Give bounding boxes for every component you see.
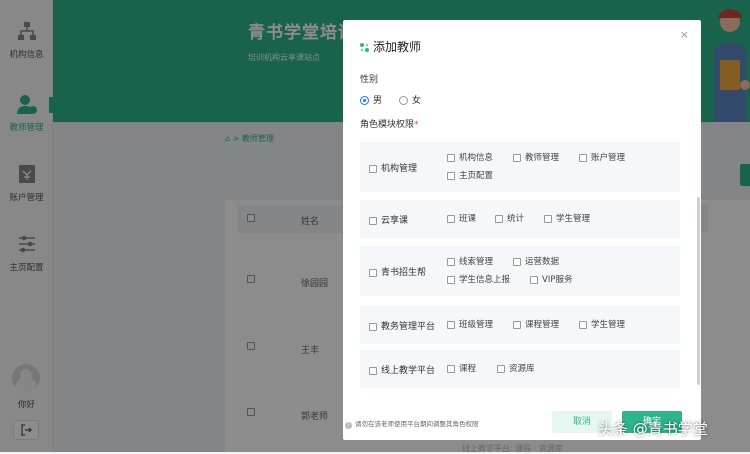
permission-label: 学生管理 (591, 320, 626, 330)
add-teacher-dialog: 添加教师 × 性别 男 女 角色模块权限* 机构管理 机构信息 教师管理 账户管… (343, 20, 701, 440)
permission-checkbox[interactable]: 学生信息上报 (447, 273, 510, 285)
permission-checkbox[interactable]: 运营数据 (513, 255, 559, 267)
role-group-cloud-course: 云享课 班课 统计 学生管理 (360, 200, 680, 238)
radio-checked-icon (360, 96, 369, 105)
gender-female-label: 女 (411, 96, 421, 106)
permission-checkbox[interactable]: 班级管理 (447, 318, 493, 330)
roles-label-text: 角色模块权限 (360, 120, 415, 130)
role-name: 云享课 (381, 216, 409, 226)
permission-label: 主页配置 (459, 171, 494, 181)
role-name: 机构管理 (381, 164, 418, 174)
permission-checkbox[interactable]: 机构信息 (447, 151, 493, 163)
gender-male-radio[interactable]: 男 (360, 96, 382, 106)
permission-label: 班级管理 (459, 320, 494, 330)
gender-male-label: 男 (373, 96, 383, 106)
close-icon[interactable]: × (680, 28, 689, 41)
role-group-org: 机构管理 机构信息 教师管理 账户管理 主页配置 (360, 142, 680, 192)
permission-label: 统计 (507, 214, 525, 224)
permission-label: 学生信息上报 (459, 275, 511, 285)
permission-checkbox[interactable]: 主页配置 (447, 169, 493, 181)
brand-dots-icon (360, 43, 369, 52)
permission-checkbox[interactable]: 学生管理 (544, 212, 590, 224)
role-group-academic: 教务管理平台 班级管理 课程管理 学生管理 (360, 306, 680, 344)
watermark: 头条 @青书学堂 (598, 420, 708, 438)
permission-label: 班课 (459, 214, 477, 224)
role-checkbox[interactable]: 机构管理 (369, 161, 417, 174)
permission-checkbox[interactable]: 课程管理 (513, 318, 559, 330)
permission-checkbox[interactable]: 线索管理 (447, 255, 493, 267)
permission-label: 账户管理 (591, 153, 626, 163)
permission-label: 教师管理 (525, 153, 560, 163)
dialog-scrollbar[interactable] (697, 197, 700, 385)
gender-radio-group: 男 女 (360, 93, 421, 106)
permission-label: 线索管理 (459, 257, 494, 267)
permission-checkbox[interactable]: 学生管理 (579, 318, 625, 330)
role-checkbox[interactable]: 教务管理平台 (369, 319, 435, 332)
permission-checkbox[interactable]: 账户管理 (579, 151, 625, 163)
permission-checkbox[interactable]: 课程 (447, 362, 476, 374)
permission-label: 课程管理 (525, 320, 560, 330)
role-name: 青书招生帮 (381, 268, 427, 278)
role-group-online-teaching: 线上教学平台 课程 资源库 (360, 350, 680, 388)
permission-checkbox[interactable]: 资源库 (497, 362, 535, 374)
dialog-title-text: 添加教师 (373, 40, 422, 54)
gender-label: 性别 (360, 75, 379, 85)
permission-label: 机构信息 (459, 153, 494, 163)
permission-label: 资源库 (509, 364, 535, 374)
required-mark: * (414, 120, 419, 130)
permission-checkbox[interactable]: 班课 (447, 212, 476, 224)
role-checkbox[interactable]: 线上教学平台 (369, 363, 435, 376)
permission-checkbox[interactable]: 统计 (495, 212, 524, 224)
permission-checkbox[interactable]: 教师管理 (513, 151, 559, 163)
info-icon: i (345, 422, 352, 429)
role-group-enrollment: 青书招生帮 线索管理 运营数据 学生信息上报 VIP服务 (360, 246, 680, 296)
permission-label: 学生管理 (556, 214, 591, 224)
footer-note: i 请勿在该老师使用平台期间调整其角色权限 (345, 418, 479, 429)
role-checkbox[interactable]: 青书招生帮 (369, 265, 426, 278)
permission-checkbox[interactable]: VIP服务 (530, 273, 572, 285)
radio-unchecked-icon (398, 96, 408, 105)
dialog-title: 添加教师 (359, 38, 421, 55)
role-name: 教务管理平台 (381, 322, 436, 332)
role-checkbox[interactable]: 云享课 (369, 213, 408, 226)
role-name: 线上教学平台 (381, 366, 436, 376)
roles-label: 角色模块权限* (360, 117, 419, 130)
permission-label: 运营数据 (525, 257, 560, 267)
permission-label: VIP服务 (542, 275, 573, 285)
footer-note-text: 请勿在该老师使用平台期间调整其角色权限 (355, 420, 479, 428)
gender-female-radio[interactable]: 女 (398, 96, 421, 106)
permission-label: 课程 (459, 364, 477, 374)
